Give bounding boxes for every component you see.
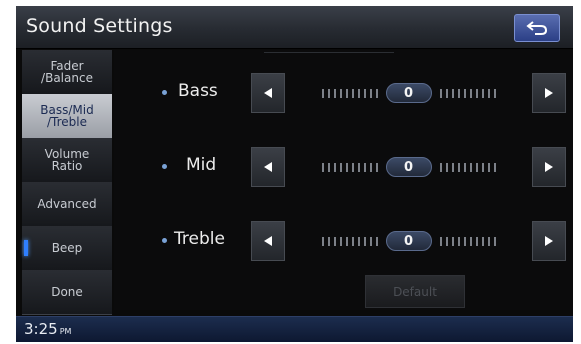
slider-ticks [321,236,378,246]
sidebar-item-beep[interactable]: Beep [22,226,112,271]
bass-row: Bass 0 [114,68,573,118]
bullet-icon [162,90,167,95]
slider-ticks [439,236,496,246]
treble-value: 0 [385,231,432,251]
bullet-icon [162,164,167,169]
triangle-right-icon [545,162,553,172]
bass-decrease-button[interactable] [251,73,285,113]
header: Sound Settings [16,6,573,49]
sidebar-item-label: Volume Ratio [44,147,90,173]
sidebar-item-label: Done [51,285,83,299]
slider-ticks [439,162,496,172]
clock-ampm: PM [59,327,72,336]
slider-ticks [439,88,496,98]
treble-increase-button[interactable] [532,221,566,261]
bass-label: Bass [178,81,218,101]
bullet-icon [162,238,167,243]
sidebar-item-label: Advanced [37,197,97,211]
treble-slider[interactable]: 0 [288,224,529,258]
bass-slider[interactable]: 0 [288,76,529,110]
clock: 3:25 PM [24,320,71,338]
sidebar-item-fader-balance[interactable]: Fader /Balance [22,50,112,95]
clock-time: 3:25 [24,320,58,338]
slider-ticks [321,162,378,172]
treble-decrease-button[interactable] [251,221,285,261]
sidebar-item-done[interactable]: Done [22,270,112,315]
mid-label: Mid [186,155,217,175]
divider [264,52,394,53]
mid-row: Mid 0 [114,142,573,192]
sidebar-item-volume-ratio[interactable]: Volume Ratio [22,138,112,183]
triangle-left-icon [264,88,272,98]
triangle-left-icon [264,162,272,172]
beep-indicator [24,240,28,256]
treble-row: Treble 0 [114,216,573,266]
back-button[interactable] [514,14,560,42]
status-bar: 3:25 PM [16,316,573,342]
bass-increase-button[interactable] [532,73,566,113]
main-panel: Bass 0 Mid 0 Treble 0 Default [114,50,573,310]
mid-slider[interactable]: 0 [288,150,529,184]
sidebar-item-advanced[interactable]: Advanced [22,182,112,227]
default-button[interactable]: Default [365,275,465,308]
mid-increase-button[interactable] [532,147,566,187]
screen-frame: Sound Settings Fader /Balance Bass/Mid /… [16,6,573,342]
back-arrow-icon [526,21,548,35]
triangle-right-icon [545,88,553,98]
triangle-right-icon [545,236,553,246]
treble-label: Treble [174,229,225,249]
sidebar: Fader /Balance Bass/Mid /Treble Volume R… [22,50,112,315]
mid-decrease-button[interactable] [251,147,285,187]
bass-value: 0 [385,83,432,103]
sidebar-item-label: Beep [51,241,83,255]
triangle-left-icon [264,236,272,246]
default-button-label: Default [393,284,437,299]
slider-ticks [321,88,378,98]
sidebar-item-bass-mid-treble[interactable]: Bass/Mid /Treble [22,94,112,139]
page-title: Sound Settings [26,15,173,37]
mid-value: 0 [385,157,432,177]
sidebar-item-label: Fader /Balance [41,59,93,85]
sidebar-item-label: Bass/Mid /Treble [40,103,94,129]
